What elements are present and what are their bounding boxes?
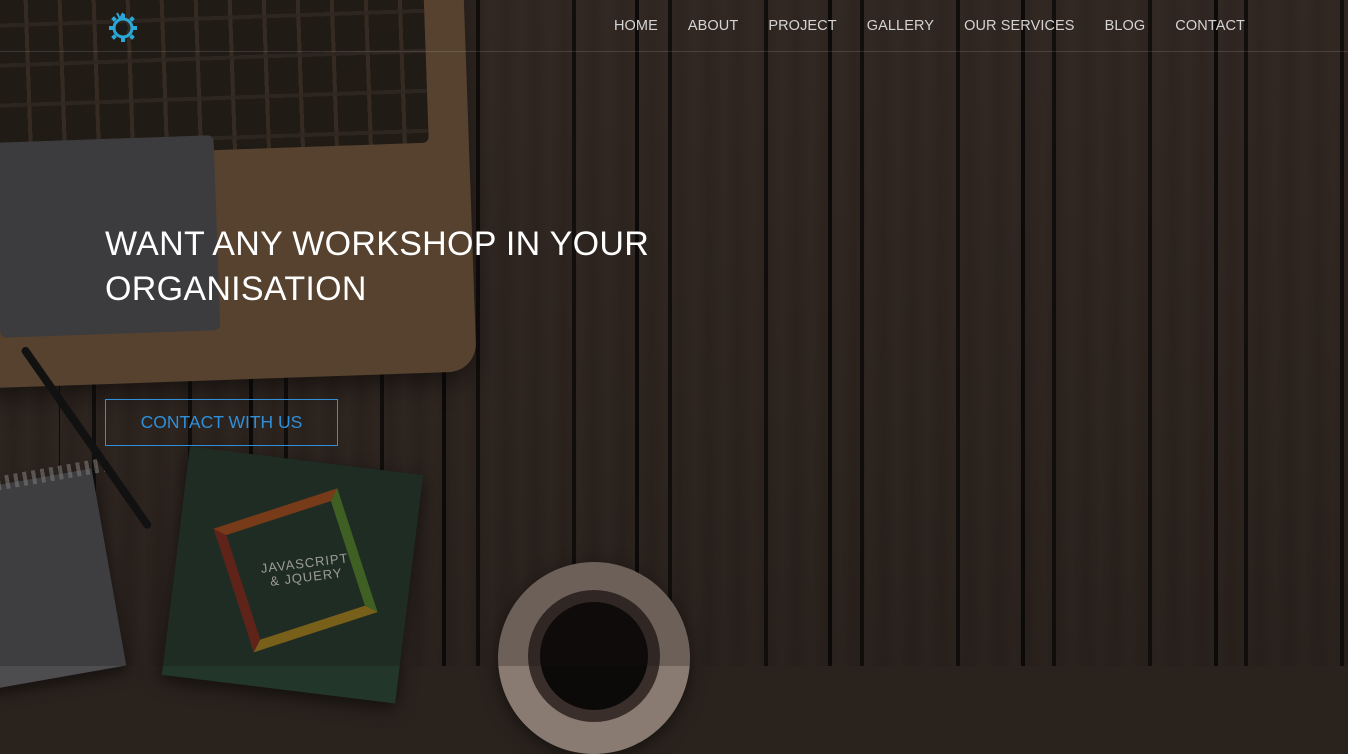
- nav-home[interactable]: HOME: [614, 18, 658, 34]
- nav-about[interactable]: ABOUT: [688, 18, 738, 34]
- main-nav: HOME ABOUT PROJECT GALLERY OUR SERVICES …: [584, 0, 1245, 51]
- hero-heading: WANT ANY WORKSHOP IN YOUR ORGANISATION: [105, 222, 805, 312]
- nav-contact[interactable]: CONTACT: [1175, 18, 1245, 34]
- contact-with-us-button[interactable]: CONTACT WITH US: [105, 399, 338, 446]
- logo-link[interactable]: [104, 9, 142, 45]
- nav-our-services[interactable]: OUR SERVICES: [964, 18, 1075, 34]
- hero-heading-line1: WANT ANY WORKSHOP IN YOUR: [105, 225, 650, 263]
- gear-logo-icon: [109, 12, 137, 42]
- nav-blog[interactable]: BLOG: [1105, 18, 1146, 34]
- nav-gallery[interactable]: GALLERY: [867, 18, 934, 34]
- nav-project[interactable]: PROJECT: [768, 18, 836, 34]
- dark-overlay: [0, 0, 1348, 666]
- site-header: HOME ABOUT PROJECT GALLERY OUR SERVICES …: [0, 0, 1348, 52]
- hero-section: WANT ANY WORKSHOP IN YOUR ORGANISATION: [105, 222, 805, 312]
- hero-heading-line2: ORGANISATION: [105, 270, 367, 308]
